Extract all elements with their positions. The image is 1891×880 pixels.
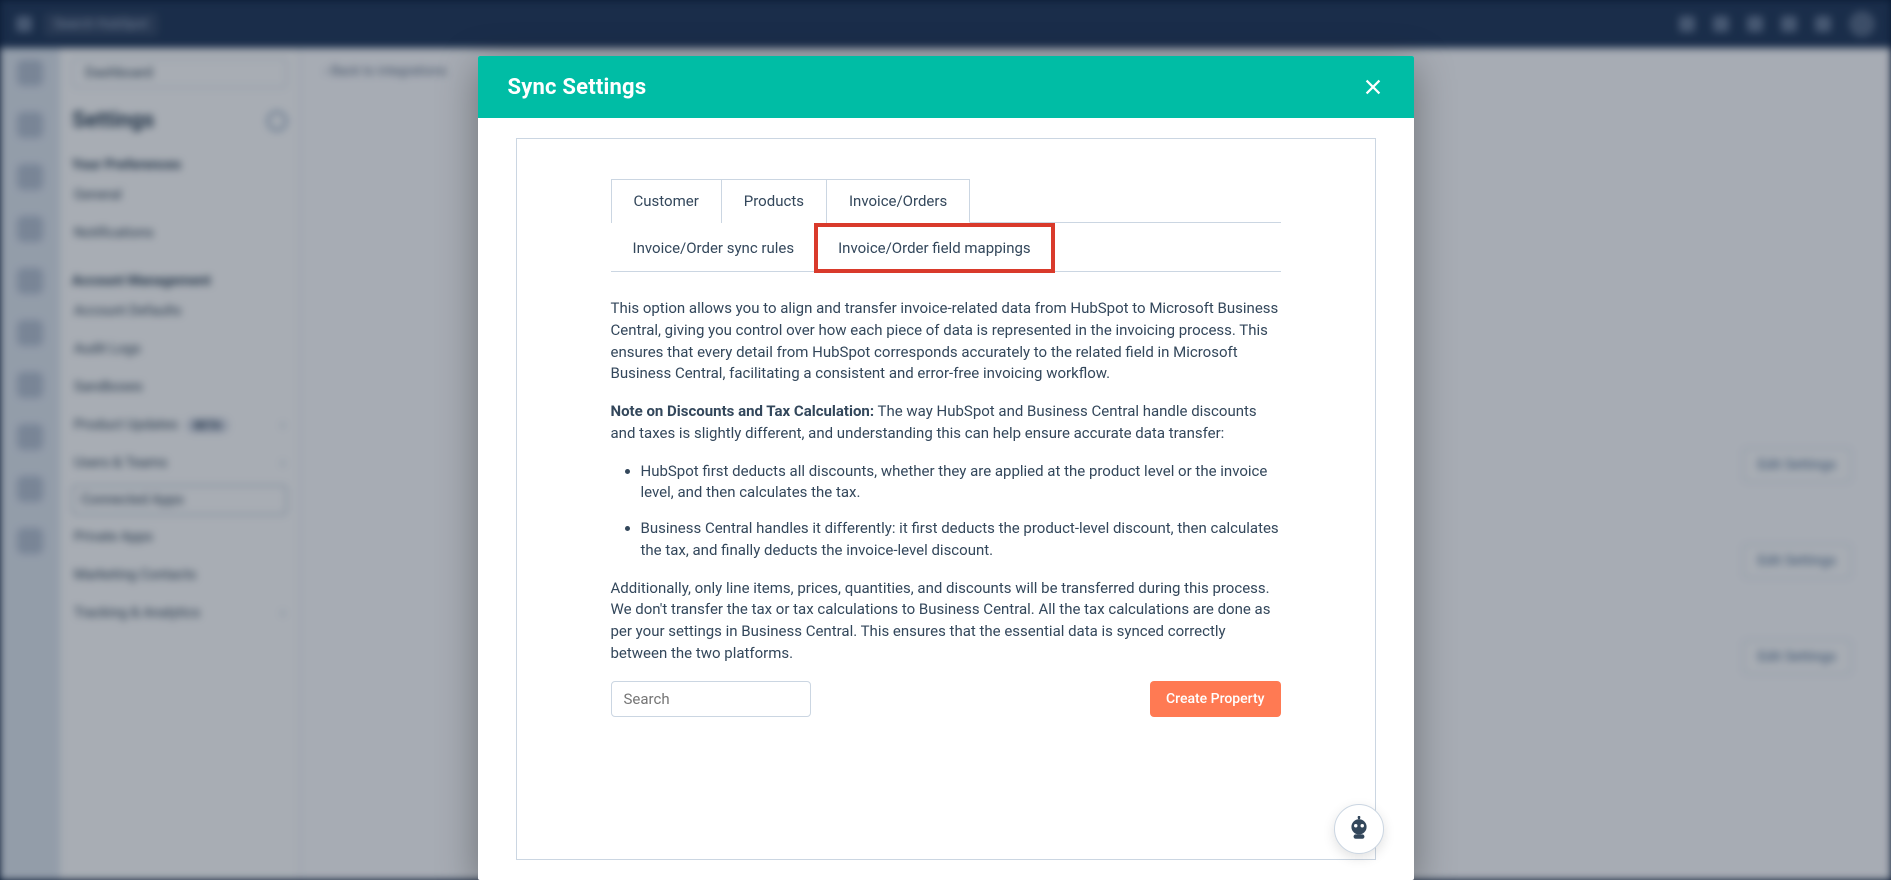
description-paragraph: Additionally, only line items, prices, q… [611, 578, 1281, 665]
close-icon[interactable] [1362, 76, 1384, 98]
chat-bubble-icon[interactable] [1334, 804, 1384, 854]
tab-invoice-orders[interactable]: Invoice/Orders [827, 179, 970, 223]
tab-products[interactable]: Products [722, 179, 827, 223]
search-input-wrap[interactable] [611, 681, 811, 717]
tab-sync-rules[interactable]: Invoice/Order sync rules [611, 225, 817, 271]
bullet-item: HubSpot first deducts all discounts, whe… [641, 461, 1281, 505]
tab-field-mappings[interactable]: Invoice/Order field mappings [816, 225, 1053, 271]
bullet-item: Business Central handles it differently:… [641, 518, 1281, 562]
create-property-button[interactable]: Create Property [1150, 681, 1280, 717]
search-input[interactable] [624, 690, 823, 708]
description-paragraph: This option allows you to align and tran… [611, 298, 1281, 385]
tab-customer[interactable]: Customer [611, 179, 722, 223]
note-label: Note on Discounts and Tax Calculation: [611, 402, 875, 420]
primary-tabs: Customer Products Invoice/Orders [611, 179, 1281, 223]
secondary-tabs: Invoice/Order sync rules Invoice/Order f… [611, 225, 1281, 272]
sync-settings-modal: Sync Settings Customer Products Invoice/… [478, 56, 1414, 880]
description-note: Note on Discounts and Tax Calculation: T… [611, 401, 1281, 445]
modal-title: Sync Settings [508, 75, 647, 100]
